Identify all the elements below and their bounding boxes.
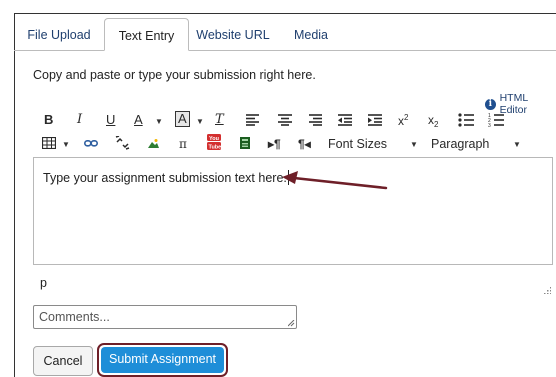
tab-text-entry[interactable]: Text Entry (104, 18, 189, 51)
align-right-icon[interactable] (308, 114, 322, 126)
table-icon[interactable] (42, 137, 56, 149)
svg-text:You: You (209, 136, 219, 142)
submit-highlight-outline: Submit Assignment (97, 343, 228, 377)
background-color-icon[interactable]: A (175, 111, 190, 127)
submission-tabs: File Upload Text Entry Website URL Media (14, 14, 556, 54)
bold-icon[interactable]: B (44, 112, 53, 128)
comments-field[interactable]: Comments... (33, 305, 297, 329)
rtl-icon[interactable]: ¶◂ (298, 136, 311, 152)
clear-formatting-icon[interactable]: T (215, 112, 224, 128)
tab-website-url[interactable]: Website URL (192, 20, 274, 50)
document-icon[interactable] (240, 137, 250, 149)
bullet-list-icon[interactable] (458, 113, 474, 127)
editor-resize-handle-icon[interactable] (543, 286, 551, 294)
italic-icon[interactable]: I (77, 112, 82, 128)
align-left-icon[interactable] (246, 114, 260, 126)
paragraph-select[interactable]: Paragraph (431, 136, 489, 152)
text-color-icon[interactable]: A (134, 112, 143, 128)
comments-resize-handle-icon[interactable] (288, 320, 295, 327)
submit-assignment-button[interactable]: Submit Assignment (101, 347, 224, 373)
underline-icon[interactable]: U (106, 112, 115, 128)
numbered-list-icon[interactable]: 123 (488, 113, 504, 127)
svg-text:Tube: Tube (209, 145, 222, 151)
editor-content: Type your assignment submission text her… (43, 171, 287, 185)
link-icon[interactable] (84, 140, 98, 147)
font-sizes-dropdown-icon[interactable]: ▼ (410, 140, 418, 149)
element-path: p (40, 276, 47, 290)
instructions-text: Copy and paste or type your submission r… (33, 68, 316, 82)
text-color-dropdown-icon[interactable]: ▼ (155, 117, 163, 126)
comments-placeholder: Comments... (39, 310, 110, 324)
info-icon: i (485, 98, 496, 110)
math-equation-icon[interactable]: π (179, 136, 187, 152)
background-color-dropdown-icon[interactable]: ▼ (196, 117, 204, 126)
cancel-button[interactable]: Cancel (33, 346, 93, 376)
outdent-icon[interactable] (338, 114, 352, 126)
media-icon[interactable]: You Tube (207, 134, 221, 150)
paragraph-dropdown-icon[interactable]: ▼ (513, 140, 521, 149)
image-icon[interactable] (148, 138, 159, 148)
font-sizes-select[interactable]: Font Sizes (328, 136, 387, 152)
tabbar-divider (14, 50, 556, 51)
indent-icon[interactable] (368, 114, 382, 126)
annotation-arrow (282, 171, 388, 190)
superscript-icon[interactable]: x2 (398, 110, 408, 129)
unlink-icon[interactable] (115, 136, 130, 150)
tab-media[interactable]: Media (282, 20, 340, 50)
svg-text:3: 3 (488, 123, 491, 127)
tab-file-upload[interactable]: File Upload (16, 20, 102, 50)
subscript-icon[interactable]: x2 (428, 112, 438, 133)
table-dropdown-icon[interactable]: ▼ (62, 140, 70, 149)
align-center-icon[interactable] (278, 114, 292, 126)
html-editor-label: HTML Editor (499, 92, 528, 116)
ltr-icon[interactable]: ▸¶ (268, 136, 281, 152)
